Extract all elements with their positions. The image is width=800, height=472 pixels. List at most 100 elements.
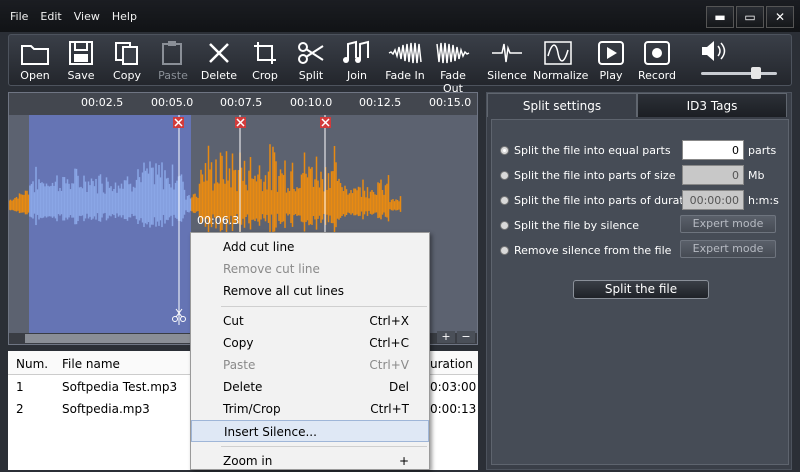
cut-marker-icon[interactable] <box>235 117 246 128</box>
split-label: Split <box>298 69 324 82</box>
menu-item-shortcut: Ctrl+T <box>370 402 409 416</box>
ruler-label: 00:07.5 <box>220 96 263 109</box>
row-duration: 0:00:13 <box>430 402 477 416</box>
row-file-name: Softpedia Test.mp3 <box>62 380 178 394</box>
tab-id3-tags[interactable]: ID3 Tags <box>637 93 787 117</box>
split-file-button[interactable]: Split the file <box>573 280 709 299</box>
join-button[interactable]: Join <box>333 38 381 82</box>
cut-marker-icon[interactable] <box>320 117 331 128</box>
volume-slider[interactable] <box>701 72 777 75</box>
menu-item-label: Cut <box>223 314 244 328</box>
option-by-silence[interactable]: Split the file by silence <box>500 219 639 232</box>
menu-edit[interactable]: Edit <box>40 10 61 23</box>
option-label: Remove silence from the file <box>514 244 672 257</box>
menu-item-label: Paste <box>223 358 256 372</box>
fade-in-icon <box>388 42 422 64</box>
save-label: Save <box>67 69 95 82</box>
menu-item-shortcut: Del <box>389 380 409 394</box>
menu-item-zoom-in[interactable]: Zoom in + <box>191 450 429 472</box>
close-button[interactable]: ✕ <box>766 6 794 28</box>
floppy-icon <box>69 41 93 65</box>
menu-bar: File Edit View Help <box>10 10 149 23</box>
menu-item-insert-silence[interactable]: Insert Silence... <box>191 420 429 442</box>
context-menu: Add cut line Remove cut line Remove all … <box>190 232 430 470</box>
play-button[interactable]: Play <box>587 38 635 82</box>
open-label: Open <box>20 69 50 82</box>
option-remove-silence[interactable]: Remove silence from the file <box>500 244 671 257</box>
expert-mode-button[interactable]: Expert mode <box>680 215 776 233</box>
paste-button[interactable]: Paste <box>149 38 197 82</box>
ruler-label: 00:15.0 <box>429 96 472 109</box>
col-duration[interactable]: uration <box>430 357 473 371</box>
menu-item-remove-all-cut-lines[interactable]: Remove all cut lines <box>191 280 429 302</box>
menu-help[interactable]: Help <box>112 10 137 23</box>
silence-icon <box>492 43 522 63</box>
radio-icon[interactable] <box>500 221 509 230</box>
normalize-label: Normalize <box>533 69 589 82</box>
silence-button[interactable]: Silence <box>483 38 531 82</box>
menu-item-cut[interactable]: Cut Ctrl+X <box>191 310 429 332</box>
normalize-button[interactable]: Normalize <box>533 38 589 82</box>
time-ruler: 00:02.5 00:05.0 00:07.5 00:10.0 00:12.5 … <box>9 93 477 115</box>
menu-item-remove-cut-line[interactable]: Remove cut line <box>191 258 429 280</box>
record-label: Record <box>637 69 676 82</box>
save-button[interactable]: Save <box>57 38 105 82</box>
settings-panel: Split settings ID3 Tags Split the file i… <box>486 92 792 470</box>
menu-separator <box>221 306 427 307</box>
zoom-in-button[interactable]: + <box>437 331 455 343</box>
menu-item-label: Copy <box>223 336 254 350</box>
option-label: Split the file into parts of duration <box>514 194 701 207</box>
radio-icon[interactable] <box>500 146 509 155</box>
copy-icon <box>115 42 138 65</box>
menu-item-label: Trim/Crop <box>223 402 281 416</box>
option-label: Split the file into equal parts <box>514 144 671 157</box>
minimize-button[interactable]: ▬ <box>706 6 734 28</box>
maximize-button[interactable]: ▭ <box>736 6 764 28</box>
scrollbar-thumb[interactable] <box>25 334 195 343</box>
tab-split-settings[interactable]: Split settings <box>487 93 637 117</box>
delete-label: Delete <box>200 69 238 82</box>
open-button[interactable]: Open <box>11 38 59 82</box>
cut-marker-icon[interactable] <box>173 117 184 128</box>
menu-item-trim-crop[interactable]: Trim/Crop Ctrl+T <box>191 398 429 420</box>
duration-input[interactable]: 00:00:00 <box>682 190 744 210</box>
option-label: Split the file into parts of size <box>514 169 676 182</box>
delete-button[interactable]: Delete <box>195 38 243 82</box>
menu-view[interactable]: View <box>74 10 100 23</box>
menu-item-label: Add cut line <box>223 240 295 254</box>
menu-item-paste[interactable]: Paste Ctrl+V <box>191 354 429 376</box>
radio-icon[interactable] <box>500 196 509 205</box>
parts-input[interactable]: 0 <box>682 140 744 160</box>
menu-file[interactable]: File <box>10 10 28 23</box>
option-size[interactable]: Split the file into parts of size <box>500 169 675 182</box>
cursor-time-label: 00:06.3 <box>197 214 239 227</box>
size-input[interactable]: 0 <box>682 165 744 185</box>
normalize-icon <box>544 41 572 65</box>
copy-button[interactable]: Copy <box>103 38 151 82</box>
record-button[interactable]: Record <box>633 38 681 82</box>
radio-icon[interactable] <box>500 246 509 255</box>
menu-item-add-cut-line[interactable]: Add cut line <box>191 236 429 258</box>
selection-region <box>29 115 191 335</box>
radio-icon[interactable] <box>500 171 509 180</box>
col-num[interactable]: Num. <box>16 357 48 371</box>
fade-in-button[interactable]: Fade In <box>381 38 429 82</box>
zoom-out-button[interactable]: − <box>457 331 475 343</box>
split-button[interactable]: Split <box>287 38 335 82</box>
ruler-label: 00:10.0 <box>290 96 333 109</box>
crop-label: Crop <box>252 69 278 82</box>
option-equal-parts[interactable]: Split the file into equal parts <box>500 144 671 157</box>
parts-unit: parts <box>748 144 777 157</box>
ruler-label: 00:05.0 <box>151 96 194 109</box>
menu-item-delete[interactable]: Delete Del <box>191 376 429 398</box>
crop-button[interactable]: Crop <box>241 38 289 82</box>
size-unit: Mb <box>748 169 765 182</box>
menu-item-shortcut: Ctrl+V <box>369 358 409 372</box>
fade-out-button[interactable]: Fade Out <box>429 38 477 95</box>
volume-slider-knob[interactable] <box>750 67 761 79</box>
expert-mode-button[interactable]: Expert mode <box>680 240 776 258</box>
option-duration[interactable]: Split the file into parts of duration <box>500 194 700 207</box>
col-file-name[interactable]: File name <box>62 357 120 371</box>
menu-item-copy[interactable]: Copy Ctrl+C <box>191 332 429 354</box>
folder-icon <box>21 45 49 65</box>
